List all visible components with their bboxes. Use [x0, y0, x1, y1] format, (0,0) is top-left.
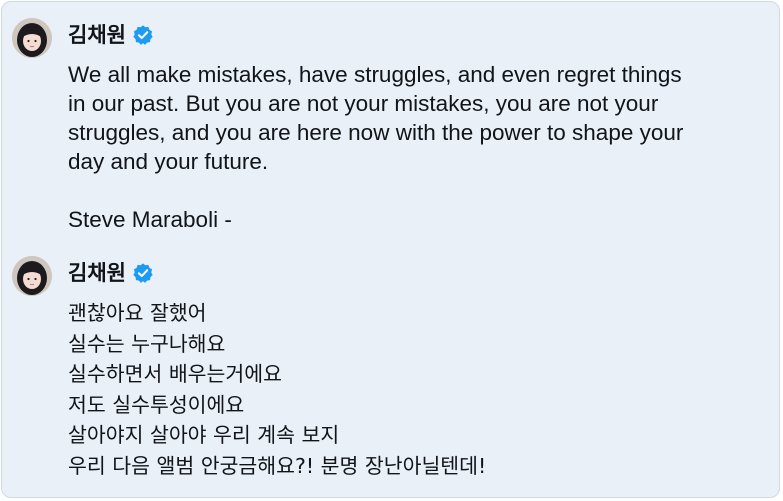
verified-badge-icon: [132, 24, 154, 46]
avatar[interactable]: [12, 18, 52, 58]
message-line: 실수는 누구나해요: [68, 331, 226, 356]
message-line: struggles, and you are here now with the…: [68, 120, 684, 145]
avatar-image: [12, 256, 52, 296]
author-name[interactable]: 김채원: [68, 20, 126, 50]
avatar-image: [12, 18, 52, 58]
author-name[interactable]: 김채원: [68, 258, 126, 288]
message-line: We all make mistakes, have struggles, an…: [68, 62, 682, 87]
message-line: 실수하면서 배우는거에요: [68, 362, 282, 386]
verified-badge-icon: [132, 262, 154, 284]
message-line: 살아야지 살아야 우리 계속 보지: [68, 423, 340, 447]
quote-attribution: Steve Maraboli -: [68, 207, 232, 232]
avatar[interactable]: [12, 256, 52, 296]
message-text: 괜찮아요 잘했어 실수는 누구나해요 실수하면서 배우는거에요 저도 실수투성이…: [68, 298, 768, 481]
message-line: 저도 실수투성이에요: [68, 392, 245, 417]
message-line: day and your future.: [68, 149, 269, 174]
message-text: We all make mistakes, have struggles, an…: [68, 60, 768, 234]
author-row: 김채원: [68, 20, 154, 50]
message-panel: 김채원 We all make mistakes, have struggles…: [1, 1, 780, 498]
message-line: 우리 다음 앨범 안궁금해요?! 분명 장난아닐텐데!: [68, 453, 487, 478]
message-line: 괜찮아요 잘했어: [68, 301, 207, 325]
message-line: in our past. But you are not your mistak…: [68, 91, 659, 116]
author-row: 김채원: [68, 258, 154, 288]
